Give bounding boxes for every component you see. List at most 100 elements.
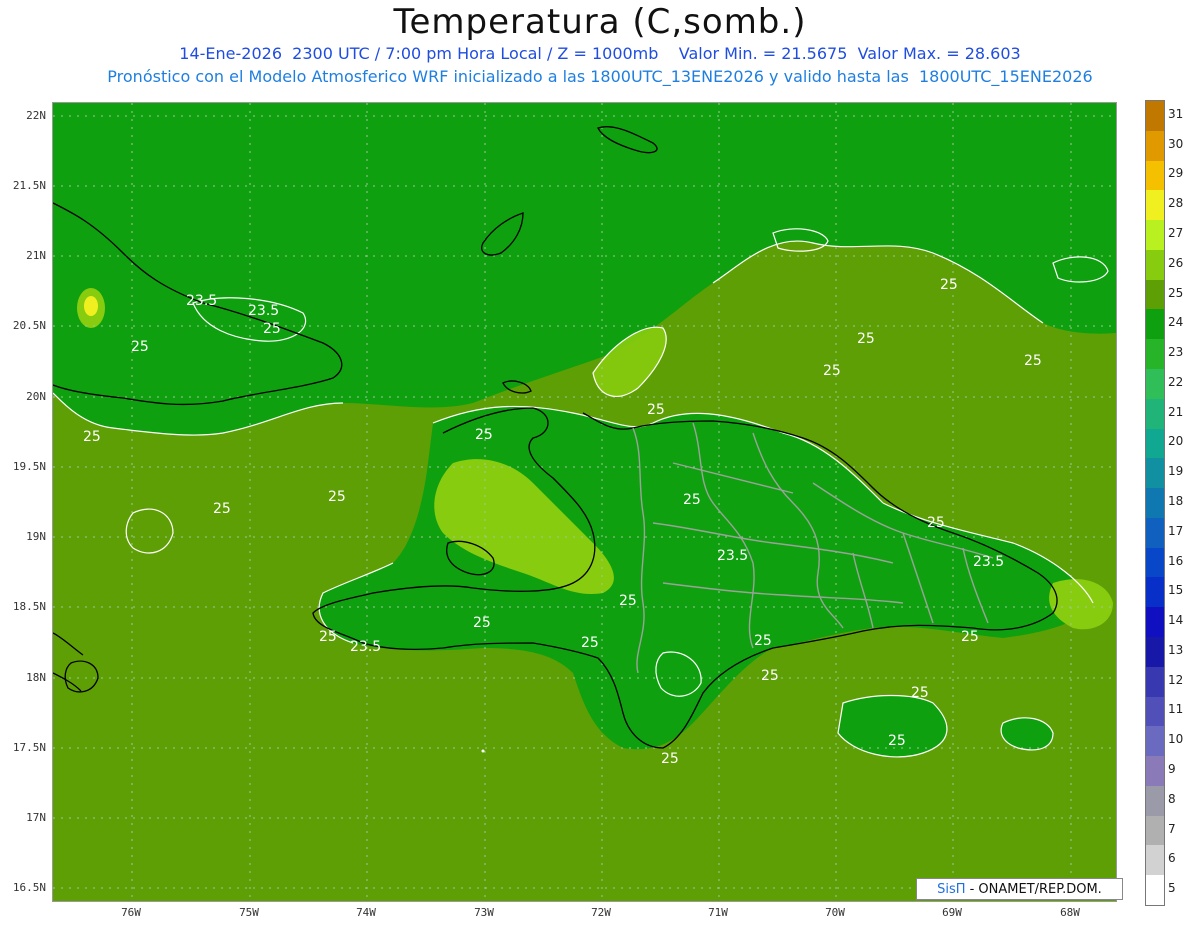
contour-label: 25 (661, 751, 679, 767)
colorbar-label: 11 (1168, 702, 1184, 717)
lon-label: 70W (825, 906, 845, 919)
sispi-logo: SisΠ (937, 881, 966, 897)
contour-label: 25 (213, 501, 231, 517)
colorbar-label: 6 (1168, 851, 1176, 866)
valid-time-line: 14-Ene-2026 2300 UTC / 7:00 pm Hora Loca… (179, 44, 1021, 63)
colorbar-label: 31 (1168, 106, 1184, 121)
colorbar-cell (1146, 785, 1164, 817)
colorbar-label: 14 (1168, 613, 1184, 628)
lat-label: 17.5N (12, 741, 46, 754)
contour-label: 25 (927, 515, 945, 531)
colorbar-cell (1146, 488, 1164, 519)
credit-text: - ONAMET/REP.DOM. (969, 881, 1102, 897)
colorbar-label: 27 (1168, 226, 1184, 240)
colorbar-cell (1146, 190, 1164, 221)
contour-label: 23.5 (717, 548, 749, 564)
colorbar-label: 30 (1168, 136, 1184, 151)
colorbar-cell (1146, 279, 1164, 310)
contour-label: 25 (83, 429, 101, 445)
colorbar-label: 15 (1168, 583, 1184, 598)
contour-label: 25 (647, 402, 665, 418)
colorbar-cell (1146, 369, 1164, 400)
lat-label: 20.5N (12, 319, 46, 332)
colorbar-cell (1146, 607, 1164, 638)
colorbar-cell (1146, 339, 1164, 370)
contour-label: 25 (823, 363, 841, 379)
lat-label: 20N (26, 390, 46, 403)
colorbar-label: 13 (1168, 642, 1184, 657)
credit-box: SisΠ - ONAMET/REP.DOM. (916, 878, 1123, 900)
lat-label: 19N (26, 530, 46, 543)
contour-label: 25 (328, 489, 346, 505)
lon-label: 75W (239, 906, 259, 919)
lon-label: 68W (1060, 906, 1080, 919)
contour-label: 25 (475, 427, 493, 443)
contour-label: 25 (761, 668, 779, 684)
colorbar-label: 22 (1168, 374, 1184, 389)
colorbar-cell (1146, 101, 1164, 132)
lon-label: 73W (474, 906, 494, 919)
colorbar-label: 28 (1168, 196, 1184, 211)
lat-label: 19.5N (12, 460, 46, 473)
contour-label: 23.5 (186, 293, 218, 309)
lon-label: 72W (591, 906, 611, 919)
lat-label: 16.5N (12, 881, 46, 894)
colorbar-cell (1146, 875, 1164, 906)
lat-label: 18.5N (12, 600, 46, 613)
colorbar-label: 7 (1168, 821, 1176, 836)
colorbar-cell (1146, 249, 1164, 281)
model-info-line: Pronóstico con el Modelo Atmosferico WRF… (107, 67, 1093, 86)
lon-label: 74W (356, 906, 376, 919)
colorbar (1145, 100, 1165, 906)
contour-label: 25 (683, 492, 701, 508)
lat-label: 18N (26, 671, 46, 684)
contour-label: 25 (131, 339, 149, 355)
colorbar-cell (1146, 160, 1164, 191)
contour-label: 25 (940, 277, 958, 293)
colorbar-label: 18 (1168, 494, 1184, 508)
colorbar-label: 23 (1168, 345, 1184, 360)
contour-label: 25 (319, 629, 337, 645)
lat-label: 21.5N (12, 179, 46, 192)
contour-label: 25 (263, 321, 281, 337)
lat-label: 17N (26, 811, 46, 824)
colorbar-cell (1146, 845, 1164, 876)
colorbar-cell (1146, 220, 1164, 251)
lat-label: 21N (26, 249, 46, 262)
colorbar-label: 26 (1168, 255, 1184, 270)
contour-label: 23.5 (350, 639, 382, 655)
colorbar-cell (1146, 458, 1164, 489)
contour-label: 25 (888, 733, 906, 749)
colorbar-cell (1146, 577, 1164, 608)
colorbar-label: 21 (1168, 404, 1184, 419)
colorbar-cell (1146, 726, 1164, 757)
temperature-map[interactable]: 23.5 23.5 25 25 25 25 25 25 25 25 25 25 … (52, 102, 1117, 902)
contour-label: 25 (473, 615, 491, 631)
map-title: Temperatura (C,somb.) (393, 2, 807, 42)
colorbar-cell (1146, 309, 1164, 340)
colorbar-cell (1146, 666, 1164, 698)
colorbar-cell (1146, 130, 1164, 162)
colorbar-cell (1146, 547, 1164, 578)
colorbar-label: 10 (1168, 732, 1184, 747)
colorbar-label: 16 (1168, 553, 1184, 568)
colorbar-label: 19 (1168, 464, 1184, 479)
colorbar-label: 25 (1168, 285, 1184, 300)
colorbar-label: 5 (1168, 881, 1176, 896)
colorbar-cell (1146, 398, 1164, 430)
contour-label: 23.5 (973, 554, 1005, 570)
colorbar-label: 9 (1168, 762, 1176, 776)
colorbar-cell (1146, 637, 1164, 668)
colorbar-label: 12 (1168, 672, 1184, 687)
colorbar-label: 24 (1168, 315, 1184, 330)
lon-label: 76W (121, 906, 141, 919)
colorbar-cell (1146, 815, 1164, 846)
lat-label: 22N (26, 109, 46, 122)
contour-label: 25 (857, 331, 875, 347)
contour-label: 25 (754, 633, 772, 649)
colorbar-label: 8 (1168, 791, 1176, 806)
colorbar-label: 29 (1168, 166, 1184, 181)
contour-label: 25 (619, 593, 637, 609)
lon-label: 71W (708, 906, 728, 919)
lon-label: 69W (942, 906, 962, 919)
